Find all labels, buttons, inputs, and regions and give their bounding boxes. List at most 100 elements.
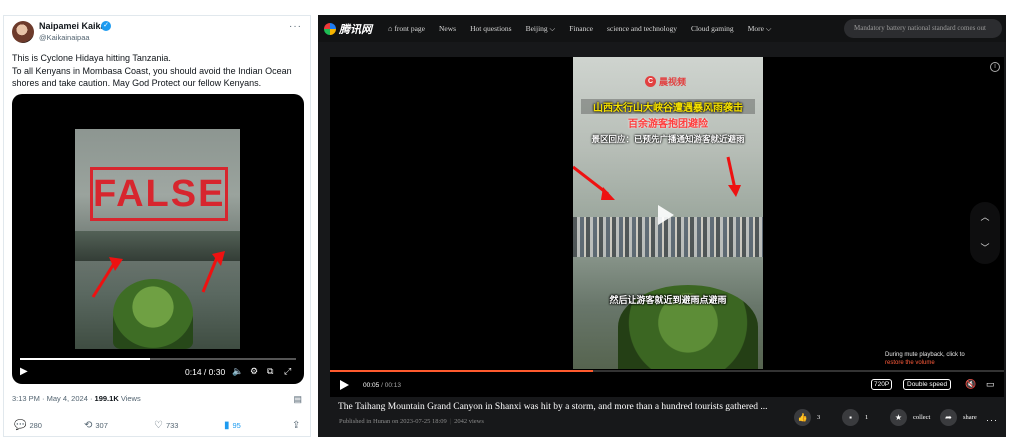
bookmark-icon: ▮ — [224, 420, 230, 431]
play-icon[interactable]: ▶ — [20, 366, 28, 377]
like-count: 733 — [165, 421, 179, 430]
play-icon[interactable] — [340, 380, 349, 390]
site-logo[interactable]: 腾讯网 — [324, 21, 372, 37]
verified-icon: ✓ — [101, 21, 111, 31]
share-arrow-icon: ➦ — [940, 409, 957, 426]
like-button[interactable]: 👍 3 — [794, 409, 820, 426]
repost-icon: ⟲ — [84, 420, 93, 431]
nav-menu: ⌂ front page News Hot questions Beijing … — [388, 24, 772, 34]
tweet-text-line-2: To all Kenyans in Mombasa Coast, you sho… — [12, 65, 292, 89]
view-count: 2042 views — [454, 418, 484, 425]
fullscreen-icon[interactable]: ▭ — [986, 379, 995, 390]
star-icon: ★ — [890, 409, 907, 426]
like-button[interactable]: ♡ 733 — [154, 420, 178, 431]
views-count: 199.1K — [94, 394, 119, 403]
center-play-icon[interactable] — [658, 205, 674, 225]
nav-item-finance[interactable]: Finance — [569, 24, 593, 34]
red-arrow-right — [201, 254, 220, 293]
fullscreen-icon[interactable]: ⤢ — [284, 366, 291, 377]
video-frame: FALSE — [75, 129, 240, 349]
analytics-icon[interactable]: ▤ — [293, 394, 302, 405]
chevron-down-icon[interactable]: ﹀ — [970, 233, 1000, 264]
meta-separator: | — [449, 418, 452, 425]
video-time: 0:14 / 0:30 — [185, 367, 226, 377]
screenshot-frame: Naipamei Kaikai ✓ @Kaikainaipaa ··· This… — [0, 0, 1009, 444]
collect-label: collect — [913, 414, 931, 421]
settings-icon[interactable]: ⚙ — [250, 366, 258, 377]
reply-icon: 💬 — [14, 420, 27, 431]
pip-icon[interactable]: ⧉ — [267, 366, 273, 377]
caption-bottom: 然后让游客就近到避雨点避雨 — [609, 295, 727, 305]
info-icon[interactable]: i — [990, 62, 1000, 72]
volume-icon[interactable]: 🔈 — [232, 366, 243, 377]
author-name[interactable]: Naipamei Kaikai — [39, 21, 108, 31]
repost-button[interactable]: ⟲ 307 — [84, 420, 108, 431]
video-player[interactable]: C 晨视频 山西太行山大峡谷遭遇暴风雨袭击 百余游客抱团避险 景区回应：已预先广… — [330, 57, 1004, 397]
prev-next-switcher: ︿ ﹀ — [970, 202, 1000, 264]
publish-info: Published in Hunan on 2023-07-25 18:09 — [339, 418, 447, 425]
red-arrowhead-left — [601, 187, 615, 200]
comment-count: 1 — [865, 414, 869, 421]
like-icon: ♡ — [154, 420, 163, 431]
tweet-video-player[interactable]: FALSE ▶ 0:14 / 0:30 🔈 ⚙ ⧉ ⤢ — [12, 94, 304, 384]
red-arrow-right — [726, 156, 737, 190]
more-options-button[interactable]: ··· — [289, 21, 302, 32]
nav-item-cloud-gaming[interactable]: Cloud gaming — [691, 24, 734, 34]
collect-button[interactable]: ★ collect — [890, 409, 930, 426]
reply-button[interactable]: 💬 280 — [14, 420, 42, 431]
time-total: / 00:13 — [379, 382, 401, 389]
avatar[interactable] — [12, 21, 34, 43]
tweet-text-line-1: This is Cyclone Hidaya hitting Tanzania. — [12, 53, 171, 63]
logo-mark — [324, 23, 336, 35]
nav-label: front page — [394, 24, 426, 33]
video-progress-fill — [330, 370, 593, 372]
quality-button[interactable]: 720P — [871, 379, 893, 390]
red-arrowhead-right — [728, 185, 741, 197]
tweet-actions: 💬 280 ⟲ 307 ♡ 733 ▮ 95 ⇪ — [12, 420, 304, 434]
speed-button[interactable]: Double speed — [903, 379, 952, 390]
nav-item-more[interactable]: More ⌵ — [748, 24, 772, 34]
share-label: share — [963, 414, 977, 421]
nav-item-news[interactable]: News — [439, 24, 456, 34]
false-stamp: FALSE — [90, 167, 228, 221]
like-thumb-icon: 👍 — [794, 409, 811, 426]
video-progress-bar[interactable] — [20, 358, 296, 360]
tweet-card: Naipamei Kaikai ✓ @Kaikainaipaa ··· This… — [3, 15, 311, 437]
nav-item-front-page[interactable]: ⌂ front page — [388, 24, 425, 34]
reply-count: 280 — [29, 421, 42, 430]
tweet-text: This is Cyclone Hidaya hitting Tanzania.… — [12, 52, 304, 90]
video-time: 00:05 / 00:13 — [363, 382, 401, 389]
tweet-timestamp[interactable]: 3:13 PM · May 4, 2024 · 199.1K Views — [12, 394, 141, 403]
player-controls: 00:05 / 00:13 720P Double speed 🔇 ▭ — [330, 375, 1004, 397]
author-handle[interactable]: @Kaikainaipaa — [39, 33, 90, 42]
video-title[interactable]: The Taihang Mountain Grand Canyon in Sha… — [338, 402, 778, 412]
video-progress-bar[interactable] — [330, 370, 1004, 372]
time-current: 00:05 — [363, 382, 380, 389]
share-button[interactable]: ⇪ — [292, 420, 300, 431]
nav-item-science[interactable]: science and technology — [607, 24, 677, 34]
share-icon: ⇪ — [292, 420, 301, 431]
mute-notice[interactable]: During mute playback, click to restore t… — [885, 351, 965, 367]
search-input[interactable]: Mandatory battery national standard come… — [844, 19, 1002, 38]
bookmark-button[interactable]: ▮ 95 — [224, 420, 241, 431]
volume-muted-icon[interactable]: 🔇 — [965, 379, 976, 390]
restore-volume-link[interactable]: restore the volume — [885, 359, 965, 367]
comment-button[interactable]: ▪ 1 — [842, 409, 868, 426]
chevron-up-icon[interactable]: ︿ — [970, 202, 1000, 233]
repost-count: 307 — [95, 421, 108, 430]
views-label: Views — [118, 394, 141, 403]
nav-item-beijing[interactable]: Beijing ⌵ — [526, 24, 556, 34]
share-button[interactable]: ➦ share — [940, 409, 977, 426]
more-options-button[interactable]: ··· — [986, 415, 998, 425]
nav-item-hot-questions[interactable]: Hot questions — [470, 24, 511, 34]
comment-icon: ▪ — [842, 409, 859, 426]
top-nav: 腾讯网 ⌂ front page News Hot questions Beij… — [318, 15, 1006, 42]
bookmark-count: 95 — [232, 421, 241, 430]
red-arrows-overlay — [91, 251, 225, 298]
video-progress-fill — [20, 358, 150, 360]
logo-text: 腾讯网 — [339, 24, 372, 36]
tencent-video-page: 腾讯网 ⌂ front page News Hot questions Beij… — [318, 15, 1006, 437]
like-count: 3 — [817, 414, 821, 421]
tweet-date: 3:13 PM · May 4, 2024 · — [12, 394, 95, 403]
mute-notice-text: During mute playback, click to — [885, 352, 965, 358]
